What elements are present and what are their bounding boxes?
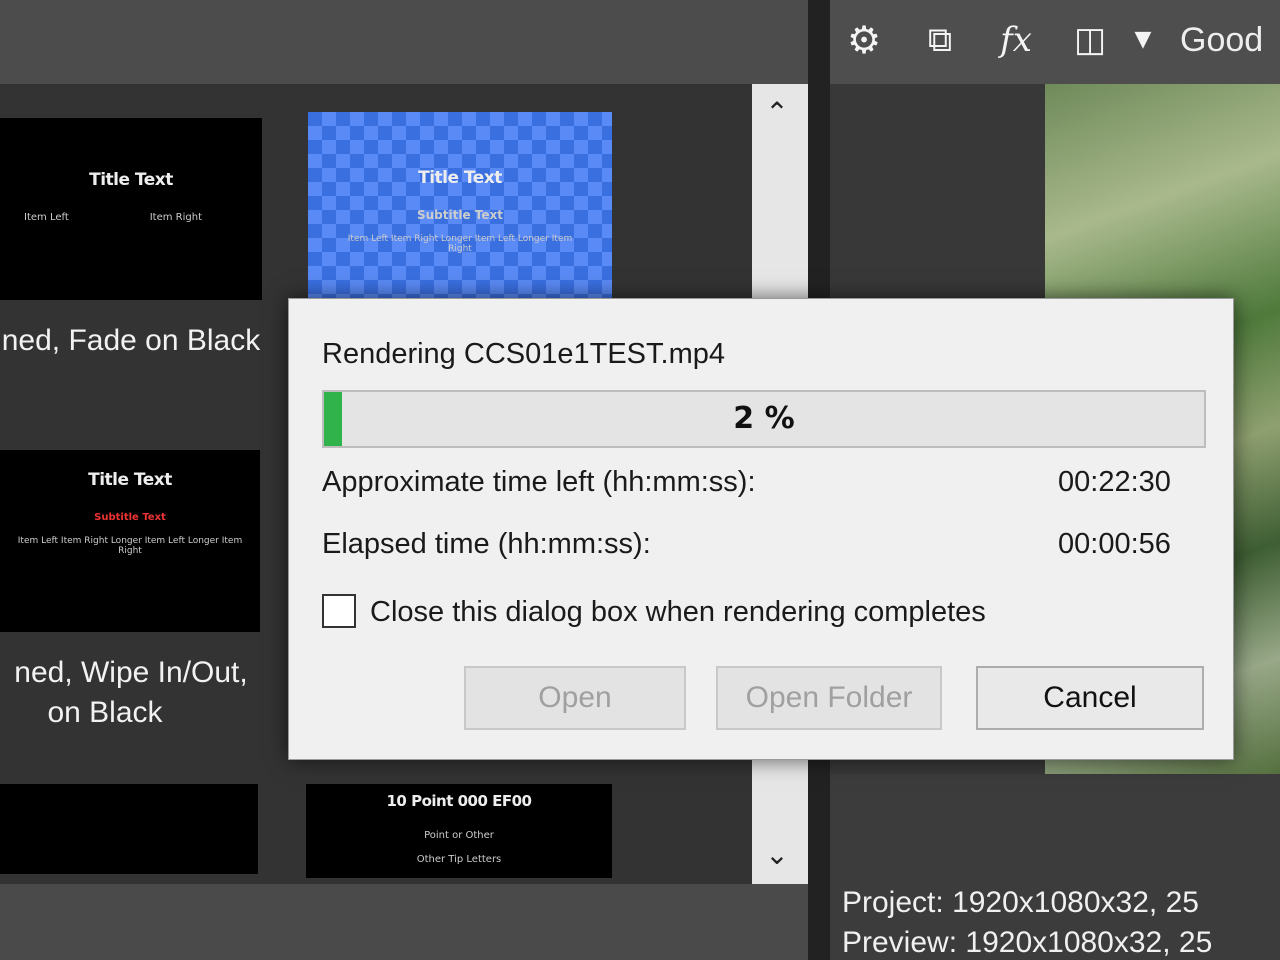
preview-label: Preview: <box>842 926 958 959</box>
thumbnail-preset-2[interactable]: Title Text Subtitle Text Item Left Item … <box>308 112 612 298</box>
thumbnail-subtext: Item Left Item Right Longer Item Left Lo… <box>347 234 573 254</box>
thumbnail-title: Title Text <box>418 168 502 188</box>
scroll-up-icon[interactable]: ⌃ <box>752 88 802 138</box>
elapsed-time-value: 00:00:56 <box>1058 528 1171 560</box>
thumbnail-subtext: Subtitle Text <box>417 208 503 222</box>
project-value: 1920x1080x32, 25 <box>952 886 1199 919</box>
thumbnail-preset-4[interactable] <box>0 784 258 874</box>
preview-value: 1920x1080x32, 25 <box>965 926 1213 959</box>
dropdown-arrow-icon[interactable]: ▼ <box>1128 14 1158 66</box>
render-icon[interactable]: ⧉ <box>914 14 966 66</box>
thumbnail-title: Title Text <box>88 470 172 490</box>
thumbnail-subtext: Item Left Item Right Longer Item Left Lo… <box>17 536 243 556</box>
progress-percent-label: 2 % <box>733 401 795 436</box>
thumbnail-subtext: Item Right <box>149 212 202 223</box>
time-left-value: 00:22:30 <box>1058 466 1171 498</box>
fx-icon[interactable]: fx <box>990 14 1042 66</box>
thumbnail-caption: on Black <box>47 696 163 729</box>
elapsed-time-label: Elapsed time (hh:mm:ss): <box>322 528 651 560</box>
cancel-button[interactable]: Cancel <box>976 666 1204 730</box>
open-folder-button[interactable]: Open Folder <box>716 666 942 730</box>
thumbnail-preset-3[interactable]: Title Text Subtitle Text Item Left Item … <box>0 450 260 632</box>
dialog-title: Rendering CCS01e1TEST.mp4 <box>322 338 725 370</box>
split-screen-icon[interactable]: ◫ <box>1064 14 1116 66</box>
thumbnail-subtext: Other Tip Letters <box>416 854 502 865</box>
thumbnail-title: 10 Point 000 EF00 <box>386 792 532 810</box>
time-left-label: Approximate time left (hh:mm:ss): <box>322 466 756 498</box>
thumbnail-caption: ned, Fade on Black <box>1 324 261 357</box>
preview-quality-selector[interactable]: Good <box>1180 14 1263 66</box>
thumbnail-caption: ned, Wipe In/Out, <box>14 656 248 689</box>
media-browser-header <box>0 0 808 84</box>
open-button[interactable]: Open <box>464 666 686 730</box>
thumbnail-title: Title Text <box>89 170 173 190</box>
render-progress-bar: 2 % <box>322 390 1206 448</box>
media-browser-footer <box>0 884 808 960</box>
thumbnail-subtext: Point or Other <box>424 830 494 841</box>
project-label: Project: <box>842 886 944 919</box>
gear-icon[interactable]: ⚙ <box>838 14 890 66</box>
project-info: Project: 1920x1080x32, 25 <box>842 886 1199 920</box>
thumbnail-preset-1[interactable]: Title Text Item Left Item Right <box>0 118 262 300</box>
thumbnail-subtext: Subtitle Text <box>94 512 166 523</box>
close-on-complete-label[interactable]: Close this dialog box when rendering com… <box>370 596 986 629</box>
thumbnail-preset-5[interactable]: 10 Point 000 EF00 Point or Other Other T… <box>306 784 612 878</box>
close-on-complete-checkbox[interactable] <box>322 594 356 628</box>
preview-info: Preview: 1920x1080x32, 25 <box>842 926 1212 960</box>
scroll-down-icon[interactable]: ⌄ <box>752 830 802 880</box>
